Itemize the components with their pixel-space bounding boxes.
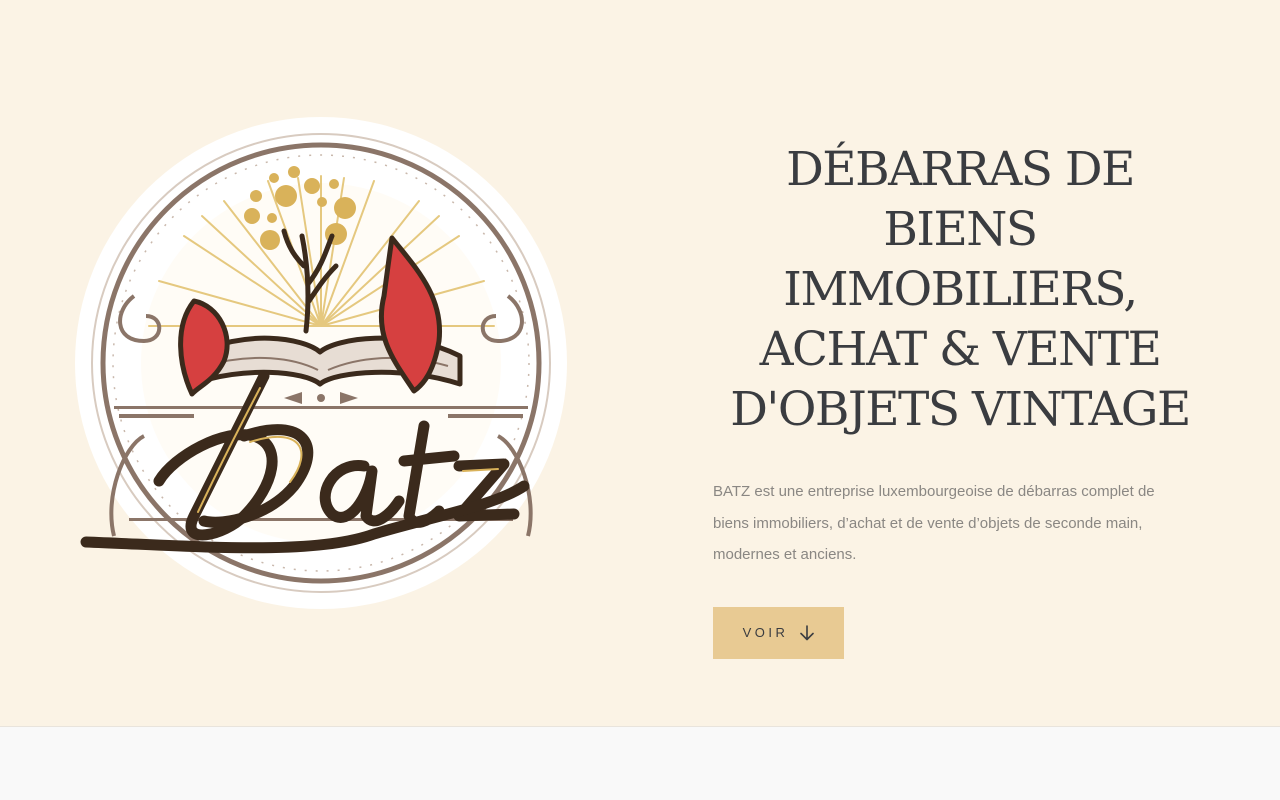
hero-section: DÉBARRAS DE BIENS IMMOBILIERS, ACHAT & V…	[0, 0, 1280, 727]
hero-text: DÉBARRAS DE BIENS IMMOBILIERS, ACHAT & V…	[713, 140, 1208, 659]
next-section	[0, 728, 1280, 800]
batz-logo	[74, 116, 568, 610]
arrow-down-icon	[800, 624, 815, 641]
batz-logo-icon	[75, 117, 567, 609]
voir-button-label: VOIR	[742, 625, 789, 640]
voir-button[interactable]: VOIR	[713, 606, 844, 659]
intro-paragraph: BATZ est une entreprise luxembourgeoise …	[713, 483, 1155, 563]
page-title: DÉBARRAS DE BIENS IMMOBILIERS, ACHAT & V…	[730, 142, 1191, 437]
